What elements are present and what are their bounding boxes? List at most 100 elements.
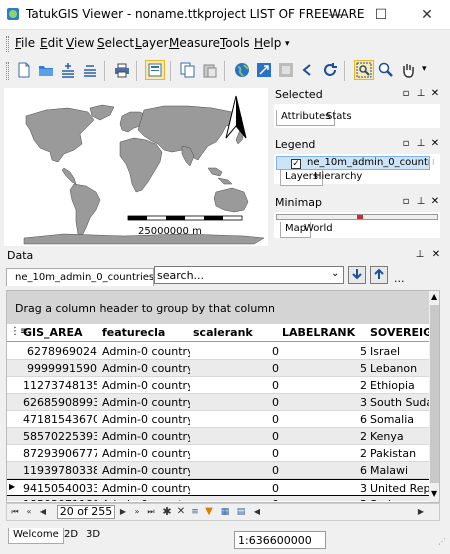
cell-featurecla[interactable]: Admin-0 country <box>102 362 190 375</box>
vertical-scrollbar[interactable]: ▲ ▼ <box>429 291 439 502</box>
tab-2d[interactable]: 2D <box>60 528 82 544</box>
close-icon[interactable]: ✕ <box>429 195 441 209</box>
group-by-panel[interactable]: Drag a column header to group by that co… <box>7 291 429 324</box>
cell-scalerank[interactable]: 0 <box>193 447 279 460</box>
cell-labelrank[interactable]: 5 <box>282 345 367 358</box>
paste-icon[interactable] <box>200 60 220 80</box>
cell-sovereign[interactable]: Israel <box>370 345 429 358</box>
next-record-button[interactable]: ▶ <box>117 505 129 519</box>
cell-scalerank[interactable]: 0 <box>193 396 279 409</box>
close-icon[interactable]: ✕ <box>430 248 442 262</box>
scroll-thumb[interactable] <box>430 305 439 483</box>
cell-scalerank[interactable]: 0 <box>193 362 279 375</box>
remove-layer-icon[interactable] <box>80 60 100 80</box>
cell-featurecla[interactable]: Admin-0 country <box>102 447 190 460</box>
minimap-extent-marker[interactable] <box>357 215 363 219</box>
cell-labelrank[interactable]: 6 <box>282 464 367 477</box>
minimize-button[interactable]: — <box>312 0 358 30</box>
column-header-gis-area[interactable]: GIS_AREA <box>23 326 83 339</box>
legend-scroll-grip[interactable]: ⁝ <box>432 158 435 167</box>
cell-sovereign[interactable]: Syria <box>370 498 429 501</box>
new-file-icon[interactable] <box>14 60 34 80</box>
search-input[interactable]: search... <box>157 269 204 282</box>
menu-grip[interactable] <box>6 36 9 52</box>
menu-tools[interactable]: Tools <box>220 36 250 50</box>
pan-hand-icon[interactable] <box>398 60 418 80</box>
cell-sovereign[interactable]: Ethiopia <box>370 379 429 392</box>
cell-gis-area[interactable]: 1127374813531 <box>23 379 97 392</box>
scroll-up-icon[interactable]: ▲ <box>431 292 437 301</box>
open-folder-icon[interactable] <box>36 60 56 80</box>
pin-icon[interactable]: ⊥ <box>415 195 427 209</box>
table-row[interactable]: 585702253930 Admin-0 country02Kenya <box>7 428 429 445</box>
close-button[interactable]: ✕ <box>404 0 450 30</box>
table-row[interactable]: 872939067772 Admin-0 country02Pakistan <box>7 445 429 462</box>
cell-labelrank[interactable]: 6 <box>282 413 367 426</box>
row-indicator[interactable]: ▶ <box>9 482 19 491</box>
cell-featurecla[interactable]: Admin-0 country <box>102 482 190 495</box>
legend-layer-item[interactable]: ✓ ne_10m_admin_0_countrie <box>276 156 430 170</box>
table-row[interactable]: 185030711880 Admin-0 country03Syria <box>7 496 429 501</box>
resize-grip-icon[interactable]: ⋰ <box>438 537 446 546</box>
filter-icon[interactable]: ▼ <box>203 505 215 519</box>
grid-icon[interactable]: ▦ <box>219 505 231 519</box>
cell-labelrank[interactable]: 2 <box>282 379 367 392</box>
cell-featurecla[interactable]: Admin-0 country <box>102 430 190 443</box>
table-row[interactable]: ▶ 941505400339 Admin-0 country03United Rep… <box>7 479 429 496</box>
cell-scalerank[interactable]: 0 <box>193 464 279 477</box>
cell-featurecla[interactable]: Admin-0 country <box>102 345 190 358</box>
menu-select[interactable]: Select <box>97 36 134 50</box>
cell-gis-area[interactable]: 9999991590 <box>23 362 97 375</box>
cell-sovereign[interactable]: Malawi <box>370 464 429 477</box>
tab-welcome[interactable]: Welcome <box>8 528 64 544</box>
maximize-button[interactable]: ☐ <box>358 0 404 30</box>
back-arrow-icon[interactable] <box>298 60 318 80</box>
cell-featurecla[interactable]: Admin-0 country <box>102 379 190 392</box>
column-header-scalerank[interactable]: scalerank <box>193 326 253 339</box>
cell-gis-area[interactable]: 6278969024 <box>23 345 97 358</box>
cell-gis-area[interactable]: 119397803386 <box>23 464 97 477</box>
map-view[interactable]: 25000000 m <box>4 88 268 246</box>
cell-labelrank[interactable]: 3 <box>282 482 367 495</box>
scale-value[interactable]: 1:636600000 <box>238 534 312 547</box>
toolbar-grip[interactable] <box>6 62 9 80</box>
scroll-right-icon[interactable]: ▶ <box>415 505 427 519</box>
previous-record-button[interactable]: ◀ <box>37 505 49 519</box>
column-header-labelrank[interactable]: LABELRANK <box>282 326 355 339</box>
cell-scalerank[interactable]: 0 <box>193 413 279 426</box>
layer-visibility-checkbox[interactable]: ✓ <box>291 159 301 169</box>
cell-featurecla[interactable]: Admin-0 country <box>102 413 190 426</box>
cell-labelrank[interactable]: 5 <box>282 362 367 375</box>
scroll-down-icon[interactable]: ▼ <box>431 489 437 498</box>
cell-scalerank[interactable]: 0 <box>193 482 279 495</box>
table-row[interactable]: 119397803386 Admin-0 country06Malawi <box>7 462 429 479</box>
cell-gis-area[interactable]: 471815436700 <box>23 413 97 426</box>
table-row[interactable]: 1127374813531 Admin-0 country02Ethiopia <box>7 377 429 394</box>
search-down-button[interactable] <box>348 266 366 284</box>
layer-tab[interactable]: ne_10m_admin_0_countries [ 255 <box>6 268 154 286</box>
cell-scalerank[interactable]: 0 <box>193 498 279 501</box>
zoom-tool-icon[interactable] <box>376 60 396 80</box>
search-combobox[interactable]: search... ⌄ <box>154 266 344 284</box>
more-options-button[interactable]: ... <box>394 272 405 285</box>
last-record-button[interactable]: ⏭ <box>145 505 157 519</box>
menu-overflow-icon[interactable]: ▾ <box>285 39 290 49</box>
record-position[interactable]: 20 of 255 <box>57 505 115 519</box>
pin-icon[interactable]: ⊥ <box>414 248 426 262</box>
tab-3d[interactable]: 3D <box>82 528 104 544</box>
menu-edit[interactable]: Edit <box>40 36 63 50</box>
print-icon[interactable] <box>112 60 132 80</box>
column-header-sovereign[interactable]: SOVEREIGN <box>370 326 429 339</box>
cell-sovereign[interactable]: Pakistan <box>370 447 429 460</box>
cell-featurecla[interactable]: Admin-0 country <box>102 464 190 477</box>
cell-featurecla[interactable]: Admin-0 country <box>102 396 190 409</box>
cell-sovereign[interactable]: South Sudan <box>370 396 429 409</box>
restore-icon[interactable]: ▫ <box>400 137 412 151</box>
table-row[interactable]: 626859089935 Admin-0 country03South Sudan <box>7 394 429 411</box>
table-row[interactable]: 9999991590 Admin-0 country 0 5 Lebanon <box>7 360 429 377</box>
cell-scalerank[interactable]: 0 <box>193 345 279 358</box>
cell-labelrank[interactable]: 2 <box>282 430 367 443</box>
menu-view[interactable]: View <box>66 36 94 50</box>
pin-icon[interactable]: ⊥ <box>415 137 427 151</box>
cell-labelrank[interactable]: 3 <box>282 498 367 501</box>
